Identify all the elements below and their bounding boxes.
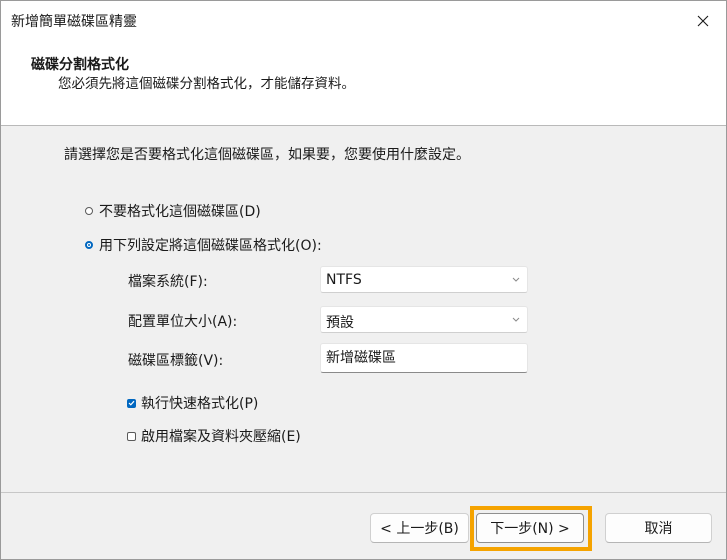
compression-checkbox[interactable]: 啟用檔案及資料夾壓縮(E) xyxy=(127,426,301,446)
filesystem-label: 檔案系統(F): xyxy=(128,274,208,290)
radio-format-indicator[interactable] xyxy=(85,241,93,249)
allocation-value: 預設 xyxy=(326,315,354,331)
volume-label-input[interactable]: 新增磁碟區 xyxy=(320,343,528,373)
back-button[interactable]: < 上一步(B) xyxy=(370,513,469,543)
radio-format[interactable]: 用下列設定將這個磁碟區格式化(O): xyxy=(85,235,322,255)
checkmark-icon xyxy=(128,400,135,406)
radio-no-format-indicator[interactable] xyxy=(85,207,93,215)
window-title: 新增簡單磁碟區精靈 xyxy=(11,14,137,30)
header-subtitle: 您必須先將這個磁碟分割格式化，才能儲存資料。 xyxy=(58,76,355,92)
quick-format-check-indicator[interactable] xyxy=(127,398,136,408)
allocation-dropdown[interactable]: 預設 xyxy=(320,306,528,333)
radio-no-format[interactable]: 不要格式化這個磁碟區(D) xyxy=(85,201,261,221)
radio-no-format-label: 不要格式化這個磁碟區(D) xyxy=(99,204,261,220)
header-title: 磁碟分割格式化 xyxy=(31,57,129,73)
title-bar: 新增簡單磁碟區精靈 xyxy=(1,1,726,41)
footer-divider xyxy=(1,492,726,493)
compression-check-indicator[interactable] xyxy=(127,431,136,441)
quick-format-checkbox[interactable]: 執行快速格式化(P) xyxy=(127,393,258,413)
radio-format-label: 用下列設定將這個磁碟區格式化(O): xyxy=(99,238,322,254)
chevron-down-icon xyxy=(512,277,520,282)
next-button-highlight xyxy=(470,506,592,551)
compression-label: 啟用檔案及資料夾壓縮(E) xyxy=(141,429,301,445)
cancel-button[interactable]: 取消 xyxy=(605,513,712,543)
close-button[interactable] xyxy=(680,1,726,41)
volume-label-value: 新增磁碟區 xyxy=(326,350,396,366)
chevron-down-icon xyxy=(512,317,520,322)
wizard-header: 磁碟分割格式化 您必須先將這個磁碟分割格式化，才能儲存資料。 xyxy=(1,41,726,126)
filesystem-dropdown[interactable]: NTFS xyxy=(320,266,528,293)
wizard-window: 新增簡單磁碟區精靈 磁碟分割格式化 您必須先將這個磁碟分割格式化，才能儲存資料。… xyxy=(0,0,727,560)
instruction-text: 請選擇您是否要格式化這個磁碟區，如果要，您要使用什麼設定。 xyxy=(64,147,470,163)
filesystem-value: NTFS xyxy=(326,272,362,288)
close-icon xyxy=(697,15,709,27)
volume-label-label: 磁碟區標籤(V): xyxy=(128,353,224,369)
allocation-label: 配置單位大小(A): xyxy=(128,314,238,330)
quick-format-label: 執行快速格式化(P) xyxy=(141,396,259,412)
